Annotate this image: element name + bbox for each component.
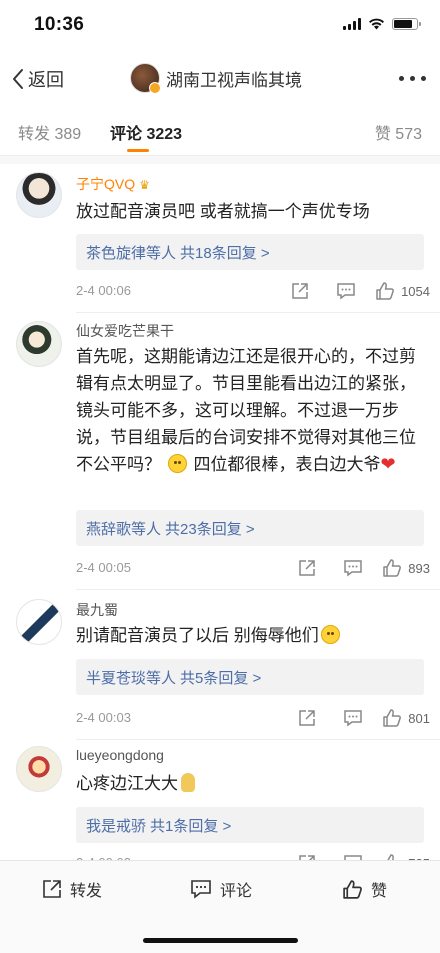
comment-text: 别请配音演员了以后 别侮辱他们 bbox=[76, 622, 428, 649]
tab-repost-label: 转发 bbox=[18, 126, 51, 143]
reply-summary[interactable]: 半夏苍琰等人 共5条回复 > bbox=[76, 659, 424, 695]
comment-meta: 2-4 00:06 1054 bbox=[76, 280, 430, 302]
more-icon[interactable] bbox=[399, 76, 426, 81]
signal-icon bbox=[343, 18, 361, 30]
comment-username[interactable]: 仙女爱吃芒果干 bbox=[76, 321, 174, 341]
username-text: 子宁QVQ bbox=[76, 176, 136, 192]
like-bottom-button[interactable]: 赞 bbox=[342, 877, 387, 901]
comment-actions: 893 bbox=[284, 557, 430, 579]
heart-icon: ❤ bbox=[380, 454, 396, 474]
tab-indicator bbox=[127, 149, 149, 152]
account-avatar bbox=[130, 63, 161, 94]
back-label: 返回 bbox=[28, 70, 64, 90]
thumbs-up-icon bbox=[383, 709, 402, 727]
tab-likes-count: 573 bbox=[395, 126, 422, 143]
crying-emoji-icon bbox=[181, 773, 195, 792]
status-bar: 10:36 bbox=[0, 0, 440, 54]
reply-names: 我是戒骄 bbox=[86, 818, 147, 835]
share-icon[interactable] bbox=[277, 280, 323, 302]
like-button[interactable]: 801 bbox=[382, 708, 430, 728]
share-icon bbox=[43, 880, 61, 898]
reply-count: 共23条回复 > bbox=[165, 521, 255, 538]
thumbs-up-icon bbox=[376, 282, 394, 300]
tab-bar: 转发 389 评论 3223 赞 573 bbox=[0, 104, 440, 156]
comment-actions: 801 bbox=[284, 707, 430, 729]
like-count: 801 bbox=[408, 710, 430, 726]
status-time: 10:36 bbox=[34, 14, 85, 35]
reply-summary[interactable]: 燕辞歌等人 共23条回复 > bbox=[76, 510, 424, 546]
comment-text-part: 别请配音演员了以后 别侮辱他们 bbox=[76, 626, 319, 645]
tab-likes[interactable]: 赞 573 bbox=[375, 120, 422, 144]
tab-likes-label: 赞 bbox=[374, 126, 391, 143]
avatar[interactable] bbox=[16, 321, 62, 367]
comment-icon[interactable] bbox=[330, 557, 376, 579]
avatar[interactable] bbox=[16, 599, 62, 645]
like-count: 1054 bbox=[401, 283, 430, 299]
comment-username[interactable]: 子宁QVQ ♛ bbox=[76, 174, 150, 194]
thumbs-up-icon bbox=[343, 879, 362, 899]
comment-divider bbox=[76, 589, 440, 590]
smile-emoji-icon bbox=[167, 454, 187, 473]
home-indicator[interactable] bbox=[143, 938, 298, 943]
reply-count: 共5条回复 > bbox=[180, 670, 262, 687]
comment-username[interactable]: 最九蜀 bbox=[76, 600, 118, 620]
tab-comments[interactable]: 评论 3223 bbox=[110, 120, 182, 144]
tab-comments-label: 评论 bbox=[110, 126, 143, 143]
reply-summary[interactable]: 茶色旋律等人 共18条回复 > bbox=[76, 234, 424, 270]
comment-time: 2-4 00:05 bbox=[76, 560, 131, 575]
verified-badge-icon bbox=[149, 82, 161, 94]
tab-comments-count: 3223 bbox=[146, 126, 183, 143]
comment-divider bbox=[76, 739, 440, 740]
comment-actions: 1054 bbox=[277, 280, 430, 302]
comment-text: 心疼边江大大 bbox=[76, 770, 428, 797]
like-button[interactable]: 1054 bbox=[375, 281, 430, 301]
comment-meta: 2-4 00:03 801 bbox=[76, 707, 430, 729]
repost-button[interactable]: 转发 bbox=[42, 877, 102, 901]
like-button[interactable]: 893 bbox=[382, 558, 430, 578]
nav-bar: 返回 湖南卫视声临其境 bbox=[0, 54, 440, 104]
tab-repost-count: 389 bbox=[54, 126, 82, 143]
reply-count: 共18条回复 > bbox=[180, 245, 270, 262]
status-icons bbox=[343, 18, 421, 30]
reply-count: 共1条回复 > bbox=[150, 818, 232, 835]
comment-text-part: 心疼边江大大 bbox=[76, 774, 178, 793]
like-label: 赞 bbox=[371, 883, 388, 900]
reply-names: 半夏苍琰等人 bbox=[86, 670, 177, 687]
back-button[interactable]: 返回 bbox=[12, 66, 64, 92]
reply-names: 燕辞歌等人 bbox=[86, 521, 162, 538]
comment-label: 评论 bbox=[220, 883, 253, 900]
like-count: 893 bbox=[408, 560, 430, 576]
thumbs-up-icon bbox=[383, 559, 402, 577]
comment-divider bbox=[76, 312, 440, 313]
avatar[interactable] bbox=[16, 746, 62, 792]
chevron-left-icon bbox=[13, 69, 23, 89]
comment-time: 2-4 00:03 bbox=[76, 710, 131, 725]
bottom-action-bar: 转发 评论 赞 bbox=[0, 860, 440, 953]
nav-title: 湖南卫视声临其境 bbox=[166, 70, 302, 90]
share-icon[interactable] bbox=[284, 707, 330, 729]
tab-repost[interactable]: 转发 389 bbox=[18, 120, 81, 144]
smile-emoji-icon bbox=[320, 625, 340, 644]
comment-icon[interactable] bbox=[323, 280, 369, 302]
share-icon[interactable] bbox=[284, 557, 330, 579]
comment-text: 放过配音演员吧 或者就搞一个声优专场 bbox=[76, 202, 370, 221]
comment-time: 2-4 00:06 bbox=[76, 283, 131, 298]
comment-meta: 2-4 00:05 893 bbox=[76, 557, 430, 579]
avatar[interactable] bbox=[16, 172, 62, 218]
section-separator bbox=[0, 156, 440, 164]
reply-summary[interactable]: 我是戒骄 共1条回复 > bbox=[76, 807, 424, 843]
comment-text-part: 四位都很棒，表白边大爷 bbox=[193, 455, 381, 474]
comment-icon bbox=[191, 880, 211, 899]
comment-username[interactable]: lueyeongdong bbox=[76, 747, 164, 763]
crown-icon: ♛ bbox=[139, 178, 150, 192]
wifi-icon bbox=[369, 18, 384, 30]
nav-account[interactable]: 湖南卫视声临其境 bbox=[130, 63, 302, 94]
battery-icon bbox=[392, 18, 421, 30]
comment-button[interactable]: 评论 bbox=[190, 877, 252, 901]
comment-text: 首先呢，这期能请边江还是很开心的，不过剪辑有点太明显了。节目里能看出边江的紧张，… bbox=[76, 343, 428, 478]
reply-names: 茶色旋律等人 bbox=[86, 245, 177, 262]
repost-label: 转发 bbox=[70, 883, 103, 900]
comment-icon[interactable] bbox=[330, 707, 376, 729]
